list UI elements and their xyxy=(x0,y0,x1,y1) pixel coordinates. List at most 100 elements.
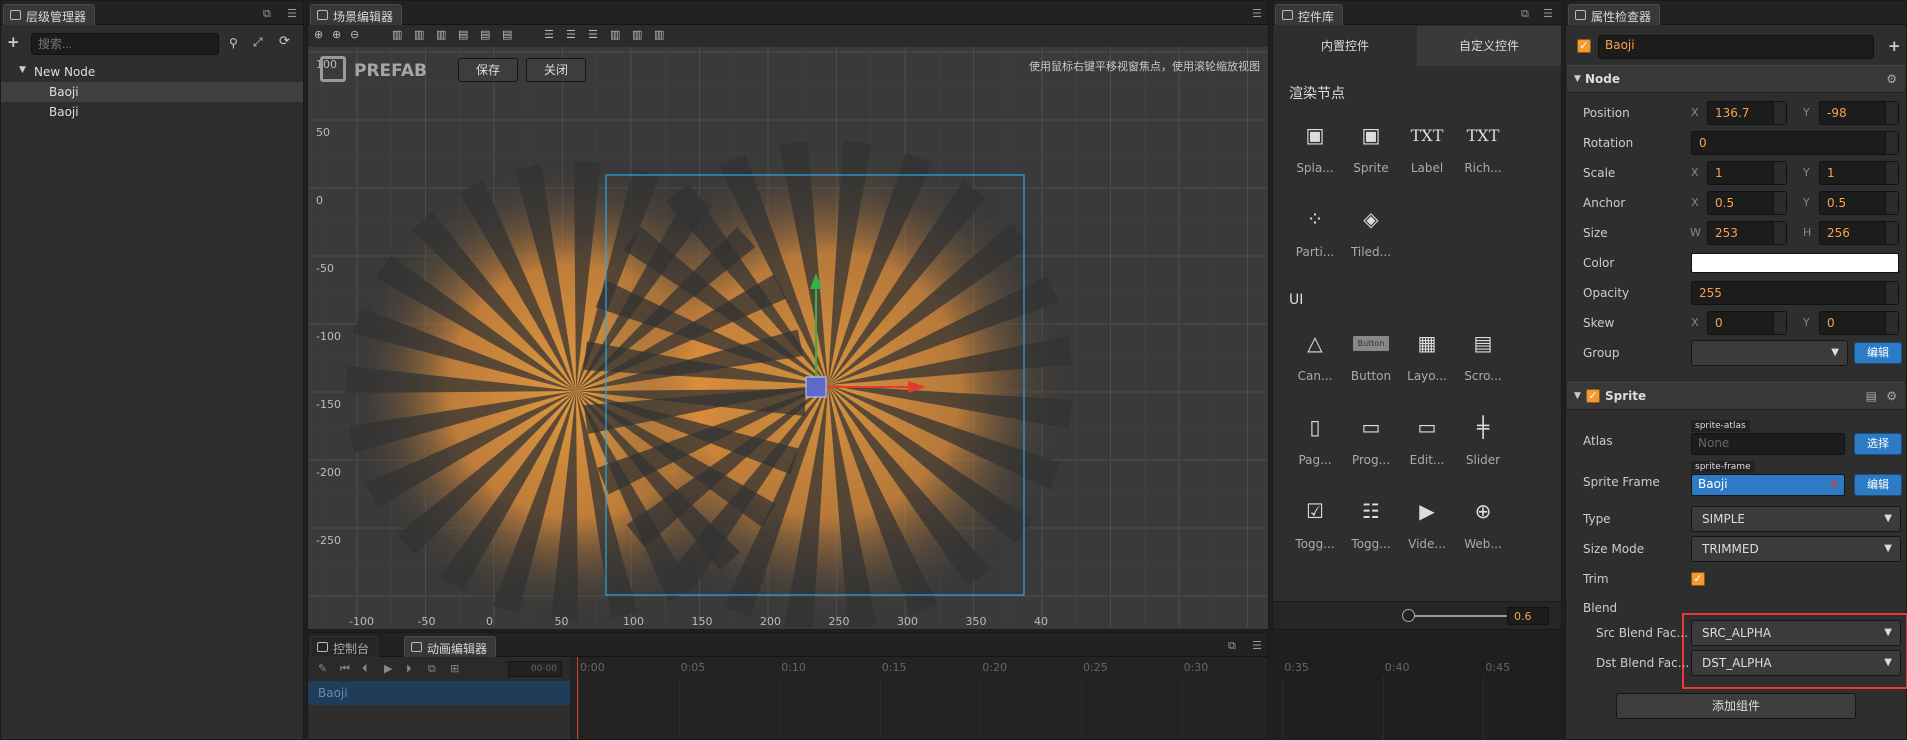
tab-library[interactable]: 控件库 xyxy=(1275,4,1344,25)
tab-inspector[interactable]: 属性检查器 xyxy=(1568,4,1661,25)
align-hcenter-icon[interactable]: ▥ xyxy=(414,28,424,41)
menu-icon[interactable]: ☰ xyxy=(287,7,297,20)
node-name-field[interactable]: Baoji xyxy=(1598,35,1874,59)
widget-layout[interactable]: ▦ Layo... xyxy=(1399,317,1455,383)
zoom-in-icon[interactable]: ⊕ xyxy=(332,28,341,41)
distribute-right-icon[interactable]: ▥ xyxy=(654,28,664,41)
position-y-field[interactable]: -98 xyxy=(1819,101,1899,125)
widget-progressbar[interactable]: ▭ Prog... xyxy=(1343,401,1399,467)
popout-icon[interactable]: ⧉ xyxy=(1521,7,1529,21)
align-right-icon[interactable]: ▥ xyxy=(436,28,446,41)
src-blend-dropdown[interactable]: SRC_ALPHA ▼ xyxy=(1691,620,1901,646)
anchor-y-field[interactable]: 0.5 xyxy=(1819,191,1899,215)
dst-blend-dropdown[interactable]: DST_ALPHA ▼ xyxy=(1691,650,1901,676)
atlas-field[interactable]: None xyxy=(1691,433,1845,455)
node-section-header[interactable]: ▼ Node ⚙ xyxy=(1567,65,1905,93)
skew-x-field[interactable]: 0 xyxy=(1707,311,1787,335)
position-x-field[interactable]: 136.7 xyxy=(1707,101,1787,125)
widget-tiledmap[interactable]: ◈ Tiled... xyxy=(1343,193,1399,259)
distribute-bottom-icon[interactable]: ☰ xyxy=(588,28,598,41)
zoom-out-icon[interactable]: ⊖ xyxy=(350,28,359,41)
add-keyframe-icon[interactable]: ⊞ xyxy=(450,662,459,675)
size-w-field[interactable]: 253 xyxy=(1707,221,1787,245)
collapse-arrow-icon[interactable]: ▼ xyxy=(19,65,26,75)
align-vcenter-icon[interactable]: ▤ xyxy=(480,28,490,41)
search-icon[interactable]: ⚲ xyxy=(229,36,238,50)
size-mode-dropdown[interactable]: TRIMMED ▼ xyxy=(1691,536,1901,562)
widget-pageview[interactable]: ▯ Pag... xyxy=(1287,401,1343,467)
prefab-save-button[interactable]: 保存 xyxy=(458,58,518,82)
edit-mode-icon[interactable]: ✎ xyxy=(318,662,327,675)
clear-icon[interactable]: ✕ xyxy=(1829,477,1839,491)
zoom-fit-icon[interactable]: ⊕ xyxy=(314,28,323,41)
add-component-button[interactable]: 添加组件 xyxy=(1616,693,1856,719)
prefab-close-button[interactable]: 关闭 xyxy=(526,58,586,82)
anchor-x-field[interactable]: 0.5 xyxy=(1707,191,1787,215)
popout-icon[interactable]: ⧉ xyxy=(263,7,271,21)
widget-videoplayer[interactable]: ▶ Vide... xyxy=(1399,485,1455,551)
play-icon[interactable]: ▶ xyxy=(384,662,392,675)
distribute-hcenter-icon[interactable]: ▥ xyxy=(632,28,642,41)
timeline[interactable]: 0:00 0:05 0:10 0:15 0:20 0:25 0:30 0:35 0:40 0:45 xyxy=(570,657,1510,739)
book-icon[interactable]: ▤ xyxy=(1866,389,1877,403)
tab-builtin[interactable]: 内置控件 xyxy=(1273,26,1417,66)
add-event-icon[interactable]: ⧉ xyxy=(428,662,436,676)
menu-icon[interactable]: ☰ xyxy=(1252,639,1262,652)
refresh-icon[interactable]: ⟳ xyxy=(279,34,290,49)
tree-item-baoji-1[interactable]: Baoji xyxy=(1,82,303,102)
add-icon[interactable]: + xyxy=(1888,37,1901,55)
distribute-vcenter-icon[interactable]: ☰ xyxy=(566,28,576,41)
size-h-field[interactable]: 256 xyxy=(1819,221,1899,245)
distribute-left-icon[interactable]: ▥ xyxy=(610,28,620,41)
widget-particle[interactable]: ⁘ Parti... xyxy=(1287,193,1343,259)
prev-frame-icon[interactable]: ⏴ xyxy=(362,662,368,676)
scene-viewport[interactable]: 100500-50-100-150-200-250 -150-100-50050… xyxy=(308,47,1268,627)
next-frame-icon[interactable]: ⏵ xyxy=(406,662,412,676)
align-bottom-icon[interactable]: ▤ xyxy=(502,28,512,41)
widget-button[interactable]: Button Button xyxy=(1343,317,1399,383)
widget-sprite[interactable]: ▣ Sprite xyxy=(1343,109,1399,175)
menu-icon[interactable]: ☰ xyxy=(1543,7,1553,20)
sprite-frame-field[interactable]: Baoji xyxy=(1691,474,1845,496)
widget-webview[interactable]: ⊕ Web... xyxy=(1455,485,1511,551)
opacity-field[interactable]: 255 xyxy=(1691,281,1899,305)
align-top-icon[interactable]: ▤ xyxy=(458,28,468,41)
widget-richtext[interactable]: TXT Rich... xyxy=(1455,109,1511,176)
widget-label[interactable]: TXT Label xyxy=(1399,109,1455,176)
node-active-checkbox[interactable]: ✓ xyxy=(1577,39,1591,53)
tab-console[interactable]: 控制台 xyxy=(310,636,379,657)
collapse-arrow-icon[interactable]: ▼ xyxy=(1574,391,1581,401)
type-dropdown[interactable]: SIMPLE ▼ xyxy=(1691,506,1901,532)
search-input[interactable] xyxy=(31,33,219,55)
time-input[interactable]: 00-00 xyxy=(508,661,562,677)
settings-gear-icon[interactable]: ⚙ xyxy=(1886,389,1897,403)
sprite-frame-edit-button[interactable]: 编辑 xyxy=(1854,474,1902,496)
atlas-select-button[interactable]: 选择 xyxy=(1854,433,1902,455)
scale-x-field[interactable]: 1 xyxy=(1707,161,1787,185)
tab-scene[interactable]: 场景编辑器 xyxy=(310,4,403,25)
tree-item-baoji-2[interactable]: Baoji xyxy=(1,102,303,122)
widget-splash-sprite[interactable]: ▣ Spla... xyxy=(1287,109,1343,175)
zoom-slider-track[interactable] xyxy=(1409,615,1509,617)
widget-togglegroup[interactable]: ☷ Togg... xyxy=(1343,485,1399,551)
group-edit-button[interactable]: 编辑 xyxy=(1854,342,1902,364)
sprite-section-header[interactable]: ▼ ✓ Sprite ▤ ⚙ xyxy=(1567,382,1905,410)
add-icon[interactable]: + xyxy=(7,33,20,51)
menu-icon[interactable]: ☰ xyxy=(1252,7,1262,20)
widget-slider[interactable]: ╪ Slider xyxy=(1455,401,1511,467)
distribute-top-icon[interactable]: ☰ xyxy=(544,28,554,41)
tab-hierarchy[interactable]: 层级管理器 xyxy=(3,4,96,25)
sprite-enabled-checkbox[interactable]: ✓ xyxy=(1586,389,1600,403)
widget-scrollview[interactable]: ▤ Scro... xyxy=(1455,317,1511,383)
tree-item-new-node[interactable]: ▼ New Node xyxy=(1,62,303,82)
widget-toggle[interactable]: ☑ Togg... xyxy=(1287,485,1343,551)
gizmo-center-handle[interactable] xyxy=(805,376,827,398)
collapse-arrow-icon[interactable]: ▼ xyxy=(1574,74,1581,84)
tab-animation[interactable]: 动画编辑器 xyxy=(404,636,497,657)
zoom-slider-handle[interactable] xyxy=(1402,609,1415,622)
popout-icon[interactable]: ⧉ xyxy=(1228,639,1236,653)
widget-editbox[interactable]: ▭ Edit... xyxy=(1399,401,1455,467)
animation-track-baoji[interactable]: Baoji xyxy=(308,681,570,705)
scale-y-field[interactable]: 1 xyxy=(1819,161,1899,185)
trim-checkbox[interactable]: ✓ xyxy=(1691,572,1705,586)
